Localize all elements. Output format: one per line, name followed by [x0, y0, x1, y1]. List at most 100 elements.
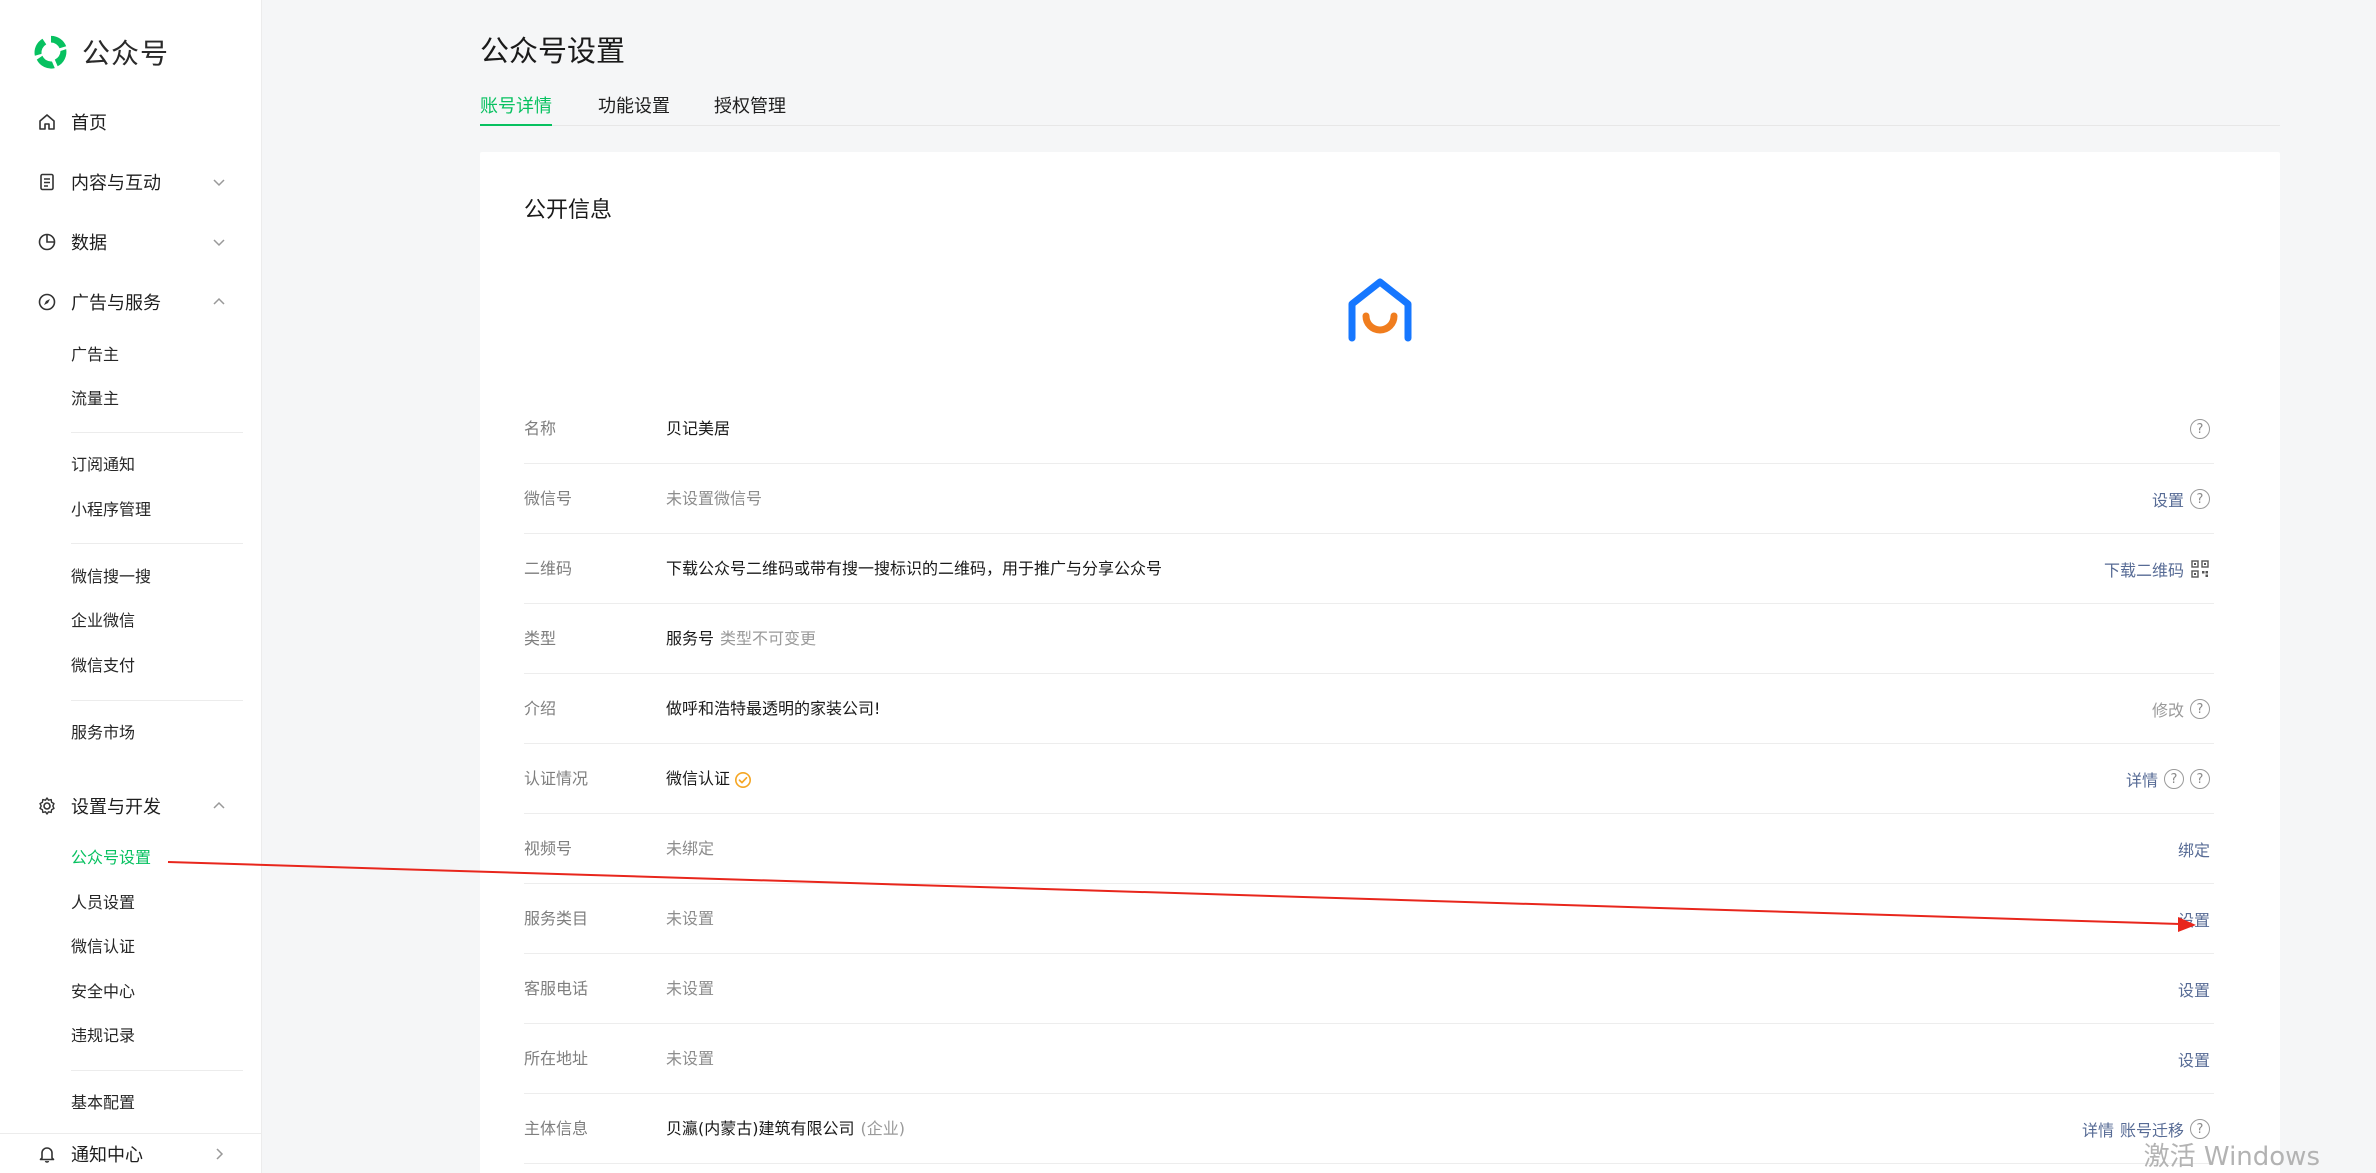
help-icon[interactable]: ? [2190, 769, 2210, 789]
section-title: 公开信息 [524, 198, 613, 223]
bind-channels-link[interactable]: 绑定 [2178, 837, 2210, 861]
nav-settings-label: 设置与开发 [71, 797, 161, 818]
row-wechat-id: 微信号 未设置微信号 设置 ? [524, 464, 2214, 534]
row-verification: 认证情况 微信认证 详情 ? ? [524, 744, 2214, 814]
nav-violation-records[interactable]: 违规记录 [71, 1021, 135, 1051]
nav-content[interactable]: 内容与互动 [0, 162, 261, 202]
nav-data-label: 数据 [71, 233, 107, 254]
row-label: 服务类目 [524, 909, 589, 928]
nav-wechat-verify[interactable]: 微信认证 [71, 932, 135, 962]
nav-ads[interactable]: 广告与服务 [0, 282, 261, 322]
entity-name: 贝瀛(内蒙古)建筑有限公司 [666, 1119, 855, 1138]
divider [71, 700, 243, 701]
row-label: 视频号 [524, 839, 573, 858]
row-entity: 主体信息 贝瀛(内蒙古)建筑有限公司 (企业) 详情 账号迁移 ? [524, 1094, 2214, 1164]
address-value: 未设置 [666, 1049, 715, 1068]
account-type: 服务号 类型不可变更 [666, 604, 816, 674]
help-icon[interactable]: ? [2190, 699, 2210, 719]
wechat-id-value: 未设置微信号 [666, 489, 763, 508]
row-label: 微信号 [524, 489, 573, 508]
chevron-down-icon [212, 235, 226, 249]
brand-name: 公众号 [82, 37, 170, 70]
row-customer-phone: 客服电话 未设置 设置 [524, 954, 2214, 1024]
divider [71, 543, 243, 544]
tab-account-details[interactable]: 账号详情 [480, 92, 552, 126]
qrcode-icon[interactable] [2190, 559, 2210, 579]
nav-home[interactable]: 首页 [0, 102, 261, 142]
chevron-up-icon [212, 799, 226, 813]
bell-icon [36, 1143, 58, 1165]
nav-security-center[interactable]: 安全中心 [71, 977, 135, 1007]
nav-ads-label: 广告与服务 [71, 293, 161, 314]
row-label: 名称 [524, 419, 557, 438]
set-customer-phone-link[interactable]: 设置 [2178, 977, 2210, 1001]
nav-notifications[interactable]: 通知中心 [0, 1133, 261, 1173]
row-label: 所在地址 [524, 1049, 589, 1068]
row-service-category: 服务类目 未设置 设置 [524, 884, 2214, 954]
edit-intro-link[interactable]: 修改 [2152, 697, 2184, 721]
nav-miniprogram[interactable]: 小程序管理 [71, 495, 151, 525]
account-type-value: 服务号 [666, 629, 715, 648]
brand[interactable]: 公众号 [32, 32, 169, 72]
nav-wechat-search[interactable]: 微信搜一搜 [71, 562, 151, 592]
chevron-right-icon [212, 1147, 226, 1161]
row-address: 所在地址 未设置 设置 [524, 1024, 2214, 1094]
row-name: 名称 贝记美居 ? [524, 394, 2214, 464]
nav-settings[interactable]: 设置与开发 [0, 786, 261, 826]
verification-value: 微信认证 [666, 769, 731, 788]
row-type: 类型 服务号 类型不可变更 [524, 604, 2214, 674]
verification-status: 微信认证 [666, 744, 752, 814]
nav-advertiser[interactable]: 广告主 [71, 340, 119, 370]
help-icon[interactable]: ? [2190, 419, 2210, 439]
nav-account-settings[interactable]: 公众号设置 [71, 843, 151, 873]
nav-data[interactable]: 数据 [0, 222, 261, 262]
windows-activation-watermark: 激活 Windows [2143, 1142, 2320, 1172]
intro-value: 做呼和浩特最透明的家装公司! [666, 699, 881, 718]
tab-feature-settings[interactable]: 功能设置 [598, 92, 670, 126]
nav-notifications-label: 通知中心 [71, 1144, 143, 1166]
row-label: 二维码 [524, 559, 573, 578]
chevron-up-icon [212, 295, 226, 309]
verification-details-link[interactable]: 详情 [2126, 767, 2158, 791]
row-label: 认证情况 [524, 769, 589, 788]
entity-info: 贝瀛(内蒙古)建筑有限公司 (企业) [666, 1094, 905, 1164]
download-qrcode-link[interactable]: 下载二维码 [2104, 557, 2184, 581]
nav-home-label: 首页 [71, 113, 107, 134]
verified-check-icon [735, 771, 752, 788]
set-service-category-link[interactable]: 设置 [2178, 907, 2210, 931]
entity-details-link[interactable]: 详情 [2082, 1117, 2114, 1141]
app-window: 公众号 首页 内容与互动 数据 广告与服务 广告主 流量主 订阅通知 小程序管理… [0, 0, 2376, 1173]
document-icon [36, 171, 58, 193]
nav-wechat-pay[interactable]: 微信支付 [71, 651, 135, 681]
tab-bar: 账号详情 功能设置 授权管理 [480, 88, 2280, 126]
row-qrcode: 二维码 下载公众号二维码或带有搜一搜标识的二维码，用于推广与分享公众号 下载二维… [524, 534, 2214, 604]
page-title: 公众号设置 [480, 34, 626, 68]
help-icon[interactable]: ? [2164, 769, 2184, 789]
chevron-down-icon [212, 175, 226, 189]
nav-member-settings[interactable]: 人员设置 [71, 888, 135, 918]
row-label: 主体信息 [524, 1119, 589, 1138]
tab-authorization[interactable]: 授权管理 [714, 92, 786, 126]
sidebar: 公众号 首页 内容与互动 数据 广告与服务 广告主 流量主 订阅通知 小程序管理… [0, 0, 262, 1173]
service-category-value: 未设置 [666, 909, 715, 928]
row-label: 类型 [524, 629, 557, 648]
nav-content-label: 内容与互动 [71, 173, 161, 194]
nav-service-market[interactable]: 服务市场 [71, 718, 135, 748]
row-intro: 介绍 做呼和浩特最透明的家装公司! 修改 ? [524, 674, 2214, 744]
nav-traffic-owner[interactable]: 流量主 [71, 384, 119, 414]
pie-chart-icon [36, 231, 58, 253]
qrcode-description: 下载公众号二维码或带有搜一搜标识的二维码，用于推广与分享公众号 [666, 559, 1163, 578]
gear-icon [36, 795, 58, 817]
wechat-official-account-logo-icon [34, 35, 67, 69]
nav-basic-config[interactable]: 基本配置 [71, 1088, 135, 1118]
set-wechat-id-link[interactable]: 设置 [2152, 487, 2184, 511]
account-avatar[interactable] [1340, 270, 1420, 350]
nav-subscription-notice[interactable]: 订阅通知 [71, 450, 135, 480]
compass-icon [36, 291, 58, 313]
help-icon[interactable]: ? [2190, 489, 2210, 509]
type-note: 类型不可变更 [720, 629, 817, 648]
home-icon [36, 111, 58, 133]
set-address-link[interactable]: 设置 [2178, 1047, 2210, 1071]
row-label: 客服电话 [524, 979, 589, 998]
nav-wecom[interactable]: 企业微信 [71, 606, 135, 636]
